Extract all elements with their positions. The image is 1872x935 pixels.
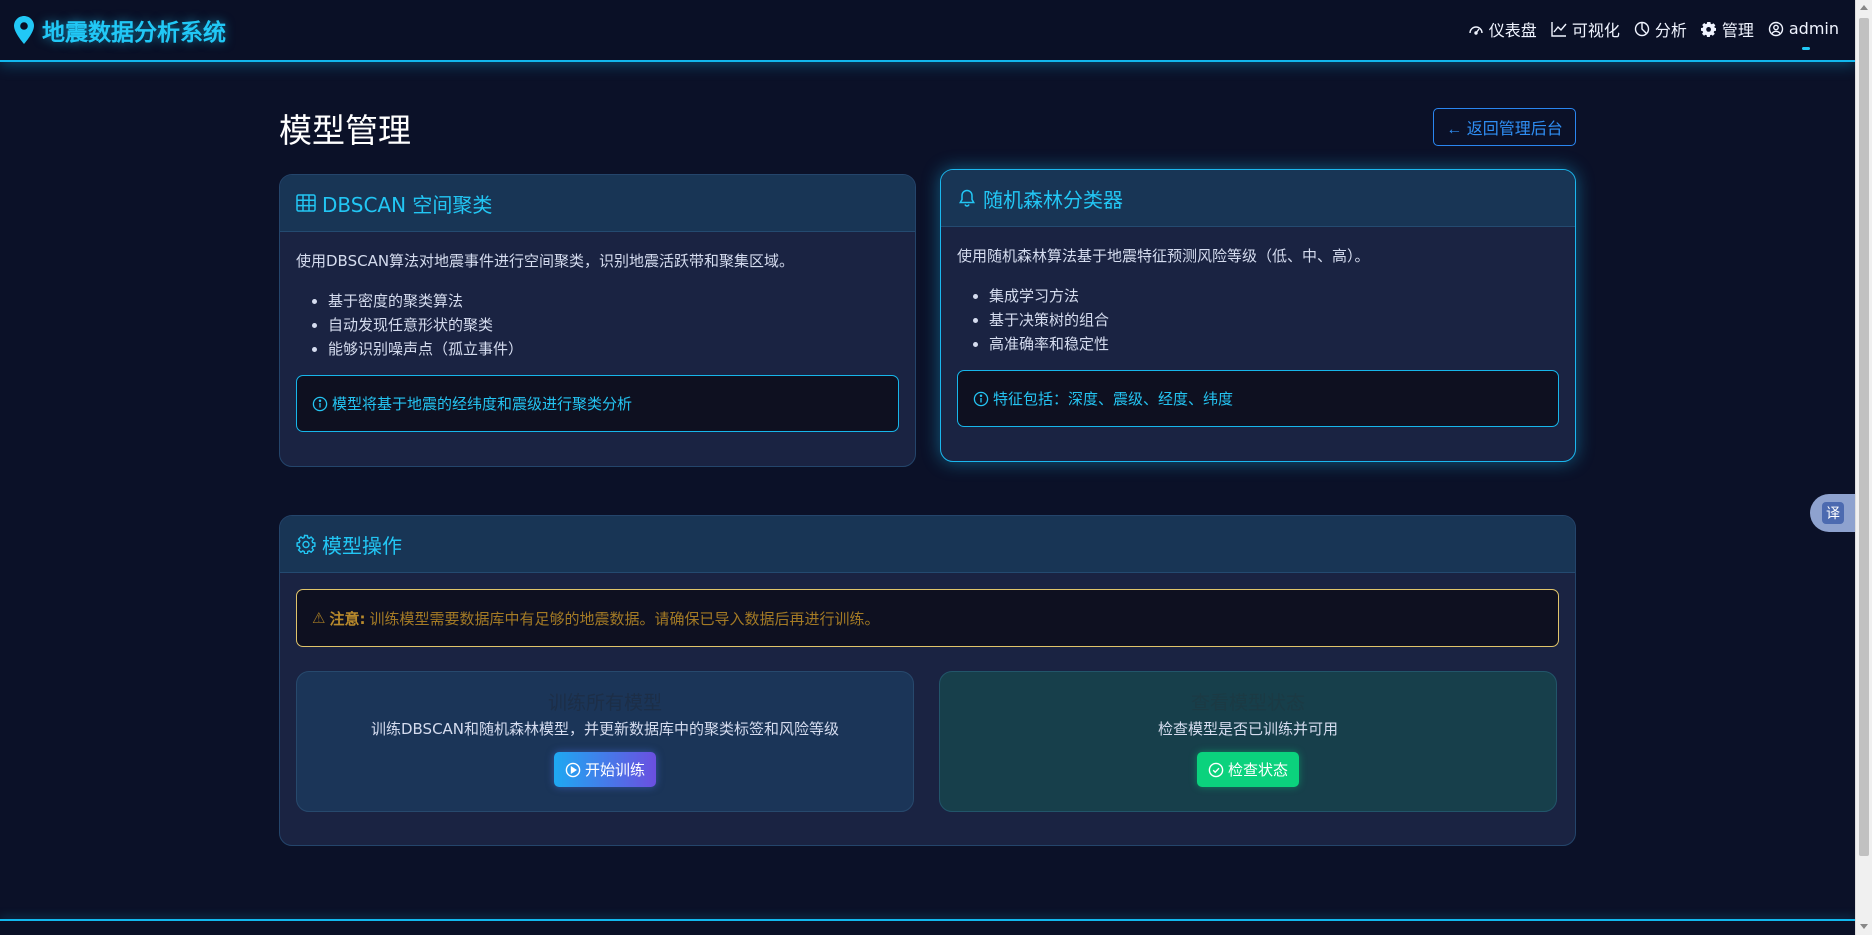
- page-scrollbar[interactable]: [1855, 0, 1872, 935]
- play-circle-icon: [565, 762, 581, 777]
- list-item: 自动发现任意形状的聚类: [328, 313, 899, 337]
- list-item: 能够识别噪声点（孤立事件）: [328, 337, 899, 361]
- train-models-title: 训练所有模型: [547, 692, 662, 714]
- warning-icon: ⚠: [312, 609, 326, 627]
- list-item: 基于密度的聚类算法: [328, 289, 899, 313]
- random-forest-description: 使用随机森林算法基于地震特征预测风险等级（低、中、高）。: [957, 247, 1370, 265]
- model-operations-card: 模型操作 ⚠ 注意: 训练模型需要数据库中有足够的地震数据。请确保已导入数据后再…: [279, 515, 1576, 846]
- bell-icon: [959, 189, 975, 207]
- warning-label: 注意:: [329, 609, 366, 628]
- check-status-label: 检查状态: [1227, 762, 1288, 779]
- nav-analysis-label: 分析: [1654, 20, 1687, 40]
- dbscan-title: DBSCAN 空间聚类: [322, 192, 493, 217]
- pie-chart-icon: [1634, 21, 1650, 36]
- dbscan-info-text: 模型将基于地震的经纬度和震级进行聚类分析: [332, 395, 633, 413]
- dbscan-card: DBSCAN 空间聚类 使用DBSCAN算法对地震事件进行空间聚类，识别地震活跃…: [279, 174, 916, 467]
- translate-label: 译: [1822, 502, 1844, 524]
- back-to-admin-button[interactable]: ← 返回管理后台: [1433, 108, 1576, 146]
- nav-user-label: admin: [1788, 19, 1839, 38]
- line-chart-icon: [1551, 21, 1567, 37]
- check-status-description: 检查模型是否已训练并可用: [1157, 720, 1338, 738]
- translate-button[interactable]: 译: [1810, 494, 1856, 532]
- start-training-label: 开始训练: [584, 762, 645, 779]
- brand[interactable]: 地震数据分析系统: [14, 13, 226, 47]
- check-status-panel: 查看模型状态 检查模型是否已训练并可用 检查状态: [939, 671, 1557, 812]
- train-models-description: 训练DBSCAN和随机森林模型，并更新数据库中的聚类标签和风险等级: [370, 720, 840, 738]
- back-to-admin-label: ← 返回管理后台: [1446, 121, 1563, 138]
- list-item: 基于决策树的组合: [989, 308, 1559, 332]
- nav-visualization[interactable]: 可视化: [1551, 17, 1620, 41]
- brand-title: 地震数据分析系统: [42, 20, 226, 46]
- check-status-title: 查看模型状态: [1190, 692, 1305, 714]
- random-forest-info-alert: 特征包括：深度、震级、经度、纬度: [957, 370, 1559, 427]
- main-nav: 仪表盘 可视化 分析 管理 admin: [1468, 17, 1839, 50]
- start-training-button[interactable]: 开始训练: [553, 752, 656, 787]
- dbscan-feature-list: 基于密度的聚类算法 自动发现任意形状的聚类 能够识别噪声点（孤立事件）: [328, 289, 899, 361]
- gear-outline-icon: [296, 534, 316, 554]
- nav-dashboard-label: 仪表盘: [1488, 20, 1537, 40]
- model-operations-header: 模型操作: [280, 516, 1575, 573]
- info-circle-icon: [973, 391, 989, 406]
- dbscan-card-header: DBSCAN 空间聚类: [280, 175, 915, 232]
- user-circle-icon: [1768, 21, 1784, 36]
- training-warning-alert: ⚠ 注意: 训练模型需要数据库中有足够的地震数据。请确保已导入数据后再进行训练。: [296, 589, 1559, 647]
- nav-visualization-label: 可视化: [1571, 20, 1620, 40]
- warning-text: 训练模型需要数据库中有足够的地震数据。请确保已导入数据后再进行训练。: [369, 609, 880, 628]
- page-title: 模型管理: [279, 111, 411, 150]
- random-forest-feature-list: 集成学习方法 基于决策树的组合 高准确率和稳定性: [989, 284, 1559, 356]
- scroll-down-arrow-icon[interactable]: [1860, 924, 1868, 929]
- check-status-button[interactable]: 检查状态: [1196, 752, 1299, 787]
- dashboard-icon: [1469, 25, 1483, 35]
- footer: [0, 921, 1855, 935]
- model-operations-title: 模型操作: [322, 533, 402, 558]
- train-models-panel: 训练所有模型 训练DBSCAN和随机森林模型，并更新数据库中的聚类标签和风险等级…: [296, 671, 914, 812]
- gear-icon: [1700, 21, 1716, 37]
- random-forest-card: 随机森林分类器 使用随机森林算法基于地震特征预测风险等级（低、中、高）。 集成学…: [940, 169, 1576, 462]
- top-navbar: 地震数据分析系统 仪表盘 可视化 分析 管理 admin: [0, 0, 1855, 62]
- dbscan-description: 使用DBSCAN算法对地震事件进行空间聚类，识别地震活跃带和聚集区域。: [296, 252, 795, 270]
- dbscan-info-alert: 模型将基于地震的经纬度和震级进行聚类分析: [296, 375, 899, 432]
- nav-admin-label: 管理: [1721, 20, 1754, 40]
- scroll-up-arrow-icon[interactable]: [1860, 5, 1868, 10]
- nav-user[interactable]: admin: [1768, 19, 1839, 50]
- nav-analysis[interactable]: 分析: [1634, 17, 1687, 41]
- random-forest-info-text: 特征包括：深度、震级、经度、纬度: [993, 390, 1234, 408]
- list-item: 高准确率和稳定性: [989, 332, 1559, 356]
- random-forest-title: 随机森林分类器: [983, 187, 1123, 212]
- list-item: 集成学习方法: [989, 284, 1559, 308]
- scrollbar-thumb[interactable]: [1859, 18, 1869, 856]
- random-forest-card-header: 随机森林分类器: [941, 170, 1575, 227]
- nav-dashboard[interactable]: 仪表盘: [1468, 17, 1537, 41]
- nav-admin[interactable]: 管理: [1700, 17, 1754, 41]
- info-circle-icon: [312, 396, 328, 411]
- check-circle-icon: [1208, 762, 1224, 777]
- grid-icon: [296, 194, 316, 212]
- map-pin-icon: [14, 16, 34, 44]
